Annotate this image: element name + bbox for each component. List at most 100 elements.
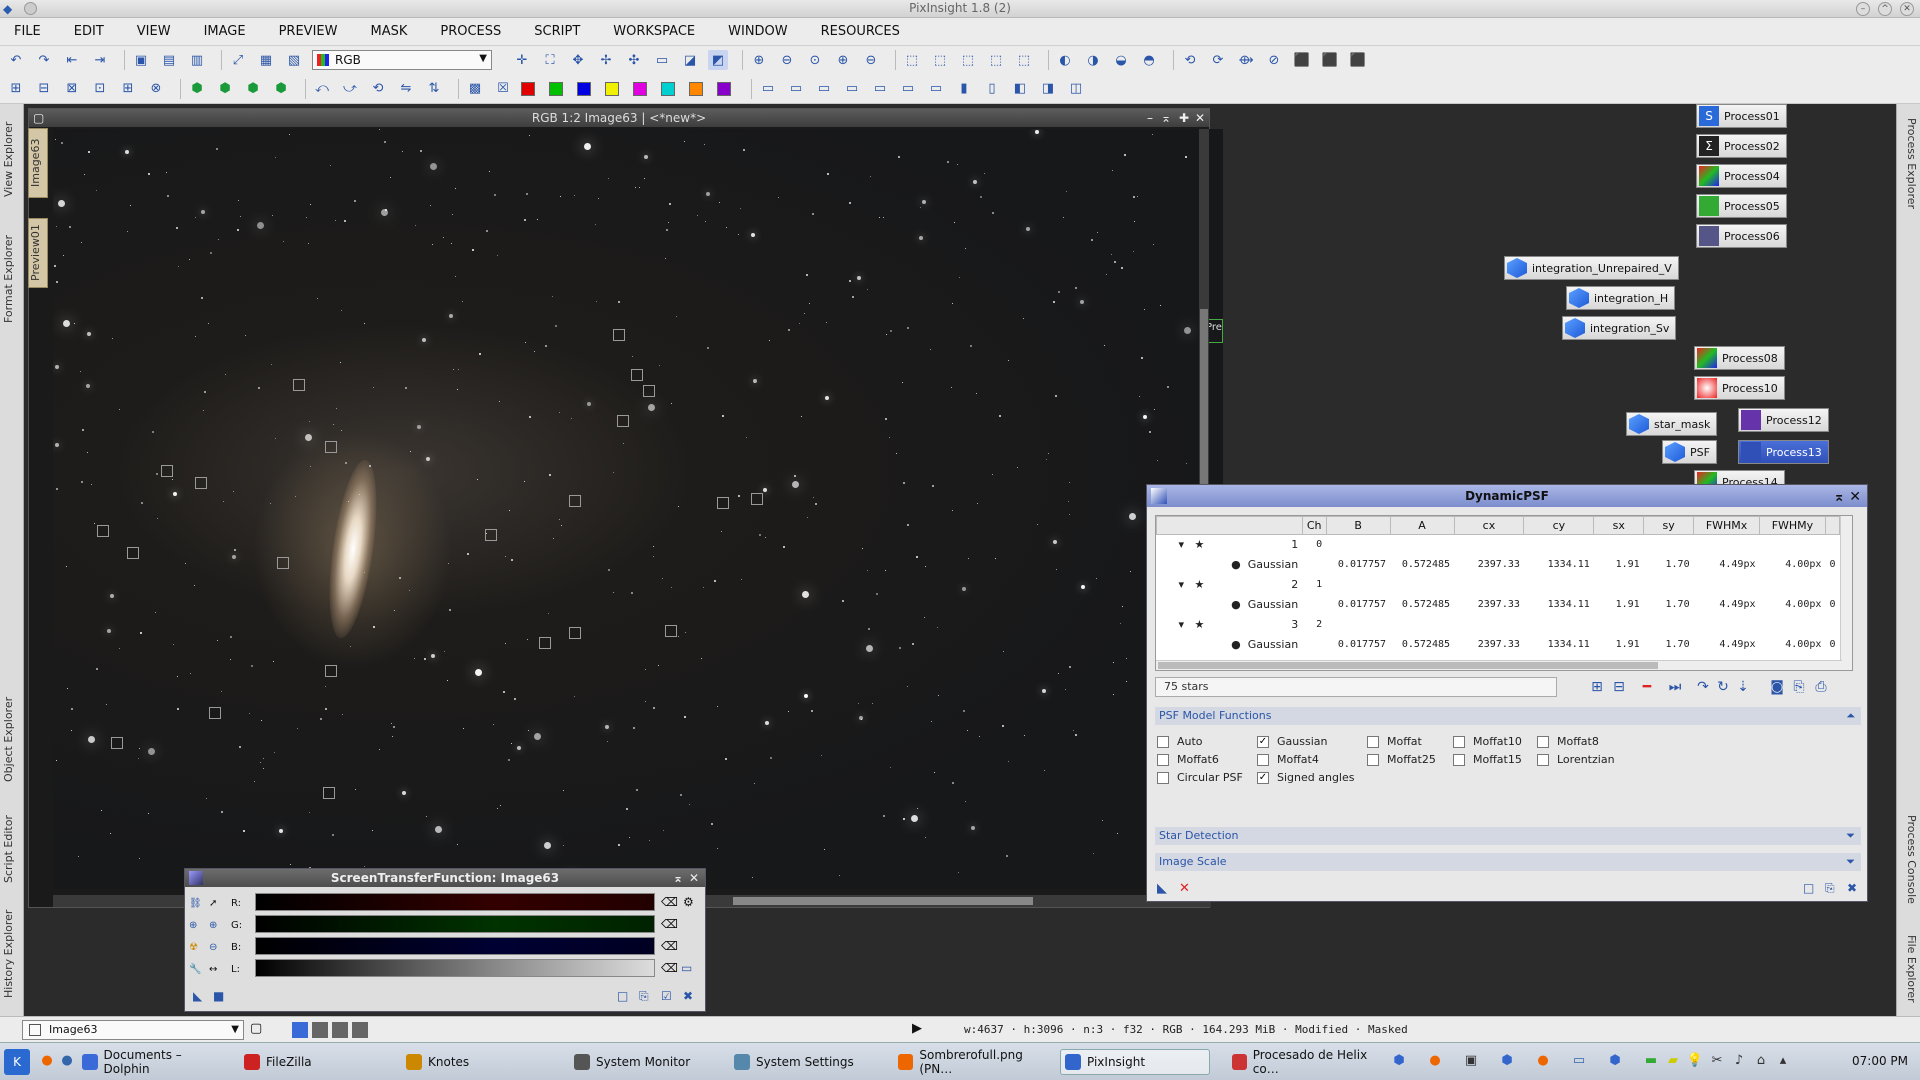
model-checkbox[interactable]: Moffat6	[1157, 753, 1219, 766]
reset-g-icon[interactable]: ⌫	[661, 917, 678, 931]
redo-icon[interactable]: ↷	[34, 50, 54, 70]
channel-green-swatch[interactable]	[549, 81, 563, 96]
reset-l-icon[interactable]: ⌫	[661, 961, 678, 975]
process-icon-item[interactable]: Process04	[1696, 164, 1787, 188]
psf-star-marker[interactable]	[325, 665, 337, 677]
section-image-scale[interactable]: Image Scale ⏷	[1155, 853, 1861, 871]
channel-select[interactable]: RGB ▼	[312, 50, 492, 70]
grid-icon[interactable]: ⊡	[90, 79, 110, 99]
taskbar-task[interactable]: PixInsight	[1060, 1049, 1210, 1075]
psf-star-marker[interactable]	[293, 379, 305, 391]
section-psf-model[interactable]: PSF Model Functions ⏶	[1155, 707, 1861, 725]
sort-icon[interactable]: ⇣	[1733, 677, 1753, 697]
stf-bar-b[interactable]	[255, 937, 655, 955]
mask-show-icon[interactable]: ◒	[1111, 50, 1131, 70]
col-cx[interactable]: cx	[1453, 516, 1525, 535]
psf-star-marker[interactable]	[643, 385, 655, 397]
psf-table[interactable]: Ch B A cx cy sx sy FWHMx FWHMy ▾ ★ 1 0 ● Ga…	[1155, 515, 1853, 671]
process-icon-3[interactable]: ⬢	[243, 79, 263, 99]
pan-icon[interactable]: ✥	[568, 50, 588, 70]
model-checkbox[interactable]: ✓ Gaussian	[1257, 735, 1327, 748]
section-star-detection[interactable]: Star Detection ⏷	[1155, 827, 1861, 845]
process-icon-item[interactable]: integration_H	[1566, 286, 1676, 310]
mirror-v-icon[interactable]: ⇅	[424, 79, 444, 99]
col-sx[interactable]: sx	[1593, 516, 1645, 535]
icons-icon[interactable]: ⊞	[118, 79, 138, 99]
track-view-icon[interactable]: ⎘	[639, 989, 649, 1004]
process-icon-item[interactable]: PSF	[1662, 440, 1717, 464]
model-checkbox[interactable]: Moffat25	[1367, 753, 1436, 766]
checkbox-icon[interactable]	[1157, 771, 1169, 784]
tray-folder-icon[interactable]: ▰	[1664, 1053, 1682, 1071]
psf-fit-row[interactable]: ● Gaussian 0.017757 0.572485 2397.33 1334.11…	[1157, 635, 1840, 655]
psf-fit-row[interactable]: ● Gaussian 0.017757 0.572485 2397.33 1334.11…	[1157, 555, 1840, 575]
col-fwhmx[interactable]: FWHMx	[1693, 516, 1760, 535]
psf-star-row[interactable]: ▾ ★ 3 2	[1157, 615, 1840, 635]
psf-star-marker[interactable]	[617, 415, 629, 427]
channel-magenta-swatch[interactable]	[633, 81, 647, 96]
tab-history-explorer[interactable]: History Explorer	[2, 904, 22, 1004]
zoom-out-icon[interactable]: ⊖	[209, 942, 231, 953]
close-icon[interactable]: ✕	[689, 869, 699, 887]
link-icon[interactable]: ⛓	[189, 898, 209, 909]
psf-star-marker[interactable]	[325, 441, 337, 453]
display-icon[interactable]: ▭	[758, 79, 778, 99]
cascade-icon[interactable]: ⊟	[34, 79, 54, 99]
minimize-icon[interactable]: –	[1856, 2, 1870, 16]
check-icon[interactable]: ☑	[661, 989, 672, 1003]
process-icon-item[interactable]: Process05	[1696, 194, 1787, 218]
globe-quicklaunch-icon[interactable]: ●	[58, 1053, 76, 1071]
tray-tools-icon[interactable]: ✂	[1708, 1053, 1726, 1071]
rgb-channels-icon[interactable]: ▩	[465, 79, 485, 99]
screen-icon[interactable]: ▭	[814, 79, 834, 99]
taskbar-task[interactable]: FileZilla	[240, 1049, 390, 1075]
undo-icon[interactable]: ↶	[6, 50, 26, 70]
model-checkbox[interactable]: Circular PSF	[1157, 771, 1243, 784]
stf-active-icon[interactable]: ◩	[708, 50, 728, 70]
camera-icon[interactable]: ◙	[1767, 677, 1787, 697]
tab-view-explorer[interactable]: View Explorer	[2, 114, 22, 204]
process-icon-item[interactable]: integration_Unrepaired_V	[1504, 256, 1679, 280]
checkbox-icon[interactable]	[1257, 753, 1269, 766]
process-icon-item[interactable]: integration_Sv	[1562, 316, 1677, 340]
psf-star-row[interactable]: ▾ ★ 2 1	[1157, 575, 1840, 595]
stf-reset-icon[interactable]: ◫	[1066, 79, 1086, 99]
image-window[interactable]: ▢ RGB 1:2 Image63 | <*new*> – ⌅ ✚ ✕ Pre	[28, 108, 1223, 908]
image-canvas[interactable]: Pre	[53, 129, 1223, 889]
zoom-minus-icon[interactable]: ⊖	[861, 50, 881, 70]
rectangle-icon[interactable]: ▭	[652, 50, 672, 70]
col-sy[interactable]: sy	[1643, 516, 1695, 535]
tab-process-console[interactable]: Process Console	[1898, 804, 1918, 914]
preview-store-icon[interactable]: ⬚	[986, 50, 1006, 70]
close-window-icon[interactable]: ✕	[1195, 109, 1205, 127]
checkbox-icon[interactable]	[1367, 753, 1379, 766]
menu-preview[interactable]: PREVIEW	[279, 24, 338, 39]
tab-process-explorer[interactable]: Process Explorer	[1898, 114, 1918, 214]
view-mode-icon[interactable]: ▢	[250, 1021, 262, 1036]
stop-icon[interactable]: ⊘	[1264, 50, 1284, 70]
process-icon-item[interactable]: Process08	[1694, 346, 1785, 370]
close-icon[interactable]: ✕	[1849, 486, 1861, 508]
menu-resources[interactable]: RESOURCES	[821, 24, 900, 39]
rotate-cw-icon[interactable]: ⤻	[340, 79, 360, 99]
export-icon[interactable]: ⎘	[1789, 677, 1809, 697]
firefox-quicklaunch-icon[interactable]: ●	[38, 1053, 56, 1071]
new-instance-icon[interactable]: ◣	[193, 989, 202, 1003]
redo-fit-icon[interactable]: ↷	[1693, 677, 1713, 697]
channel-yellow-swatch[interactable]	[605, 81, 619, 96]
preview-delete-icon[interactable]: ⬚	[958, 50, 978, 70]
checkbox-checked-icon[interactable]: ✓	[1257, 771, 1269, 784]
model-checkbox[interactable]: ✓ Signed angles	[1257, 771, 1355, 784]
checkbox-icon[interactable]	[1453, 753, 1465, 766]
channel-blue-swatch[interactable]	[577, 81, 591, 96]
reset-icon[interactable]: ✕	[1179, 881, 1190, 896]
tray-network-icon[interactable]: ⌂	[1752, 1053, 1770, 1071]
psf-star-marker[interactable]	[161, 465, 173, 477]
screen-close-icon[interactable]: ▭	[842, 79, 862, 99]
menu-mask[interactable]: MASK	[370, 24, 407, 39]
rotate-ccw-icon[interactable]: ⤺	[312, 79, 332, 99]
taskbar-task[interactable]: Knotes	[402, 1049, 552, 1075]
refresh-icon[interactable]: ↻	[1713, 677, 1733, 697]
zoom-1-1-icon[interactable]: ⊙	[805, 50, 825, 70]
channel-none-icon[interactable]: ☒	[493, 79, 513, 99]
